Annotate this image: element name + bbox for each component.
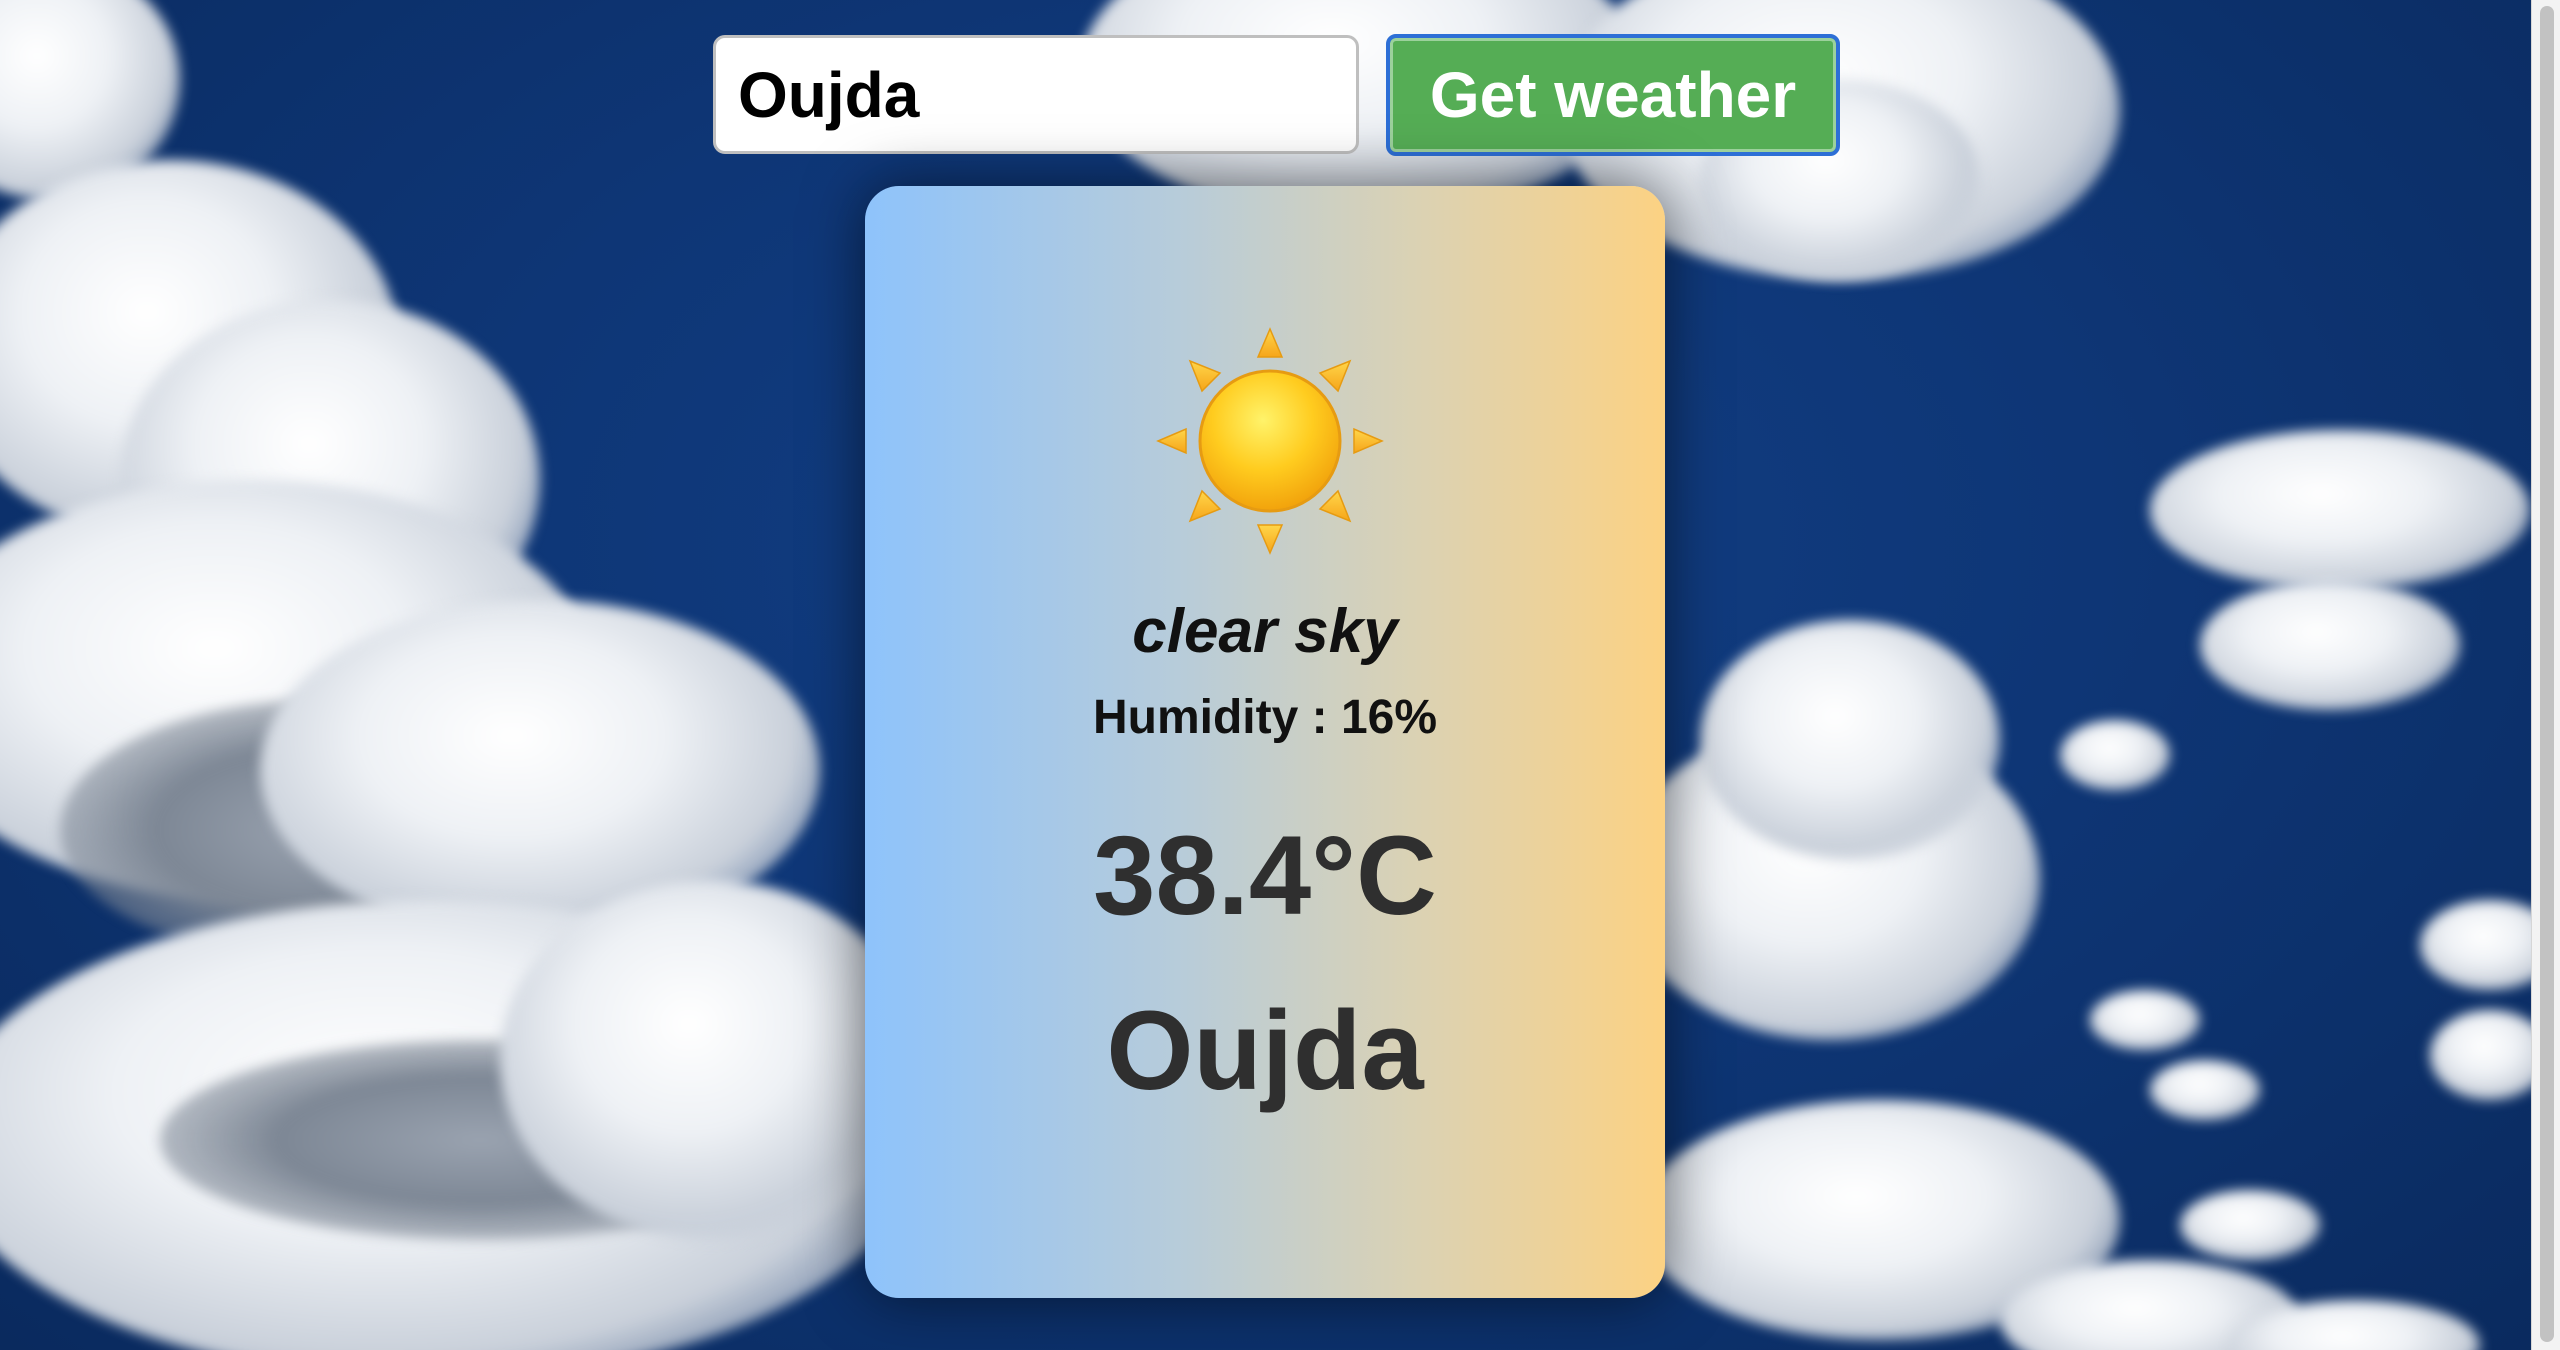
app-viewport: Get weather [0,0,2560,1350]
humidity-value: 16% [1340,691,1438,744]
sun-icon [1156,327,1384,555]
vertical-scrollbar[interactable] [2531,0,2560,1350]
temperature-value: 38.4°C [1093,813,1437,938]
humidity-readout: Humidity : 16% [865,690,1665,745]
get-weather-button[interactable]: Get weather [1386,34,1840,156]
weather-description: clear sky [1132,597,1398,666]
scrollbar-thumb[interactable] [2540,6,2554,1342]
city-search-input[interactable] [713,35,1359,154]
city-name: Oujda [1106,988,1424,1113]
humidity-label: Humidity : [1092,691,1341,744]
weather-card: clear sky Humidity : 16% 38.4°C Oujda [865,186,1665,1298]
